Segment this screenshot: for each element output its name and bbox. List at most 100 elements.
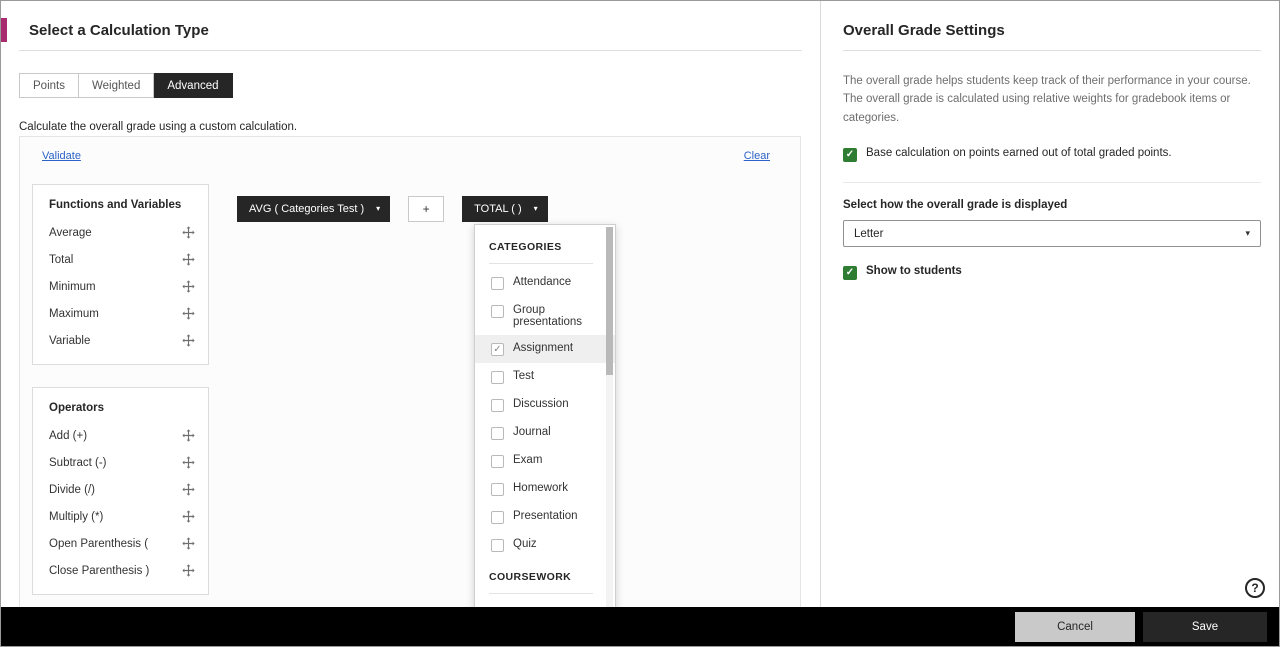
content-area: Select a Calculation Type Points Weighted… <box>1 1 1279 609</box>
operator-item-divide[interactable]: Divide (/) <box>49 476 196 503</box>
categories-dropdown-content: CATEGORIES Attendance Group presentations ✓… <box>475 225 615 608</box>
category-label: Exam <box>513 454 543 466</box>
custom-calculation-box: Validate Clear Functions and Variables A… <box>19 136 801 609</box>
accent-bar <box>1 18 7 42</box>
overall-grade-settings-panel: Overall Grade Settings The overall grade… <box>821 1 1279 609</box>
category-label: Journal <box>513 426 551 438</box>
validate-link[interactable]: Validate <box>42 150 81 162</box>
move-icon[interactable] <box>182 334 196 347</box>
move-icon[interactable] <box>182 537 196 550</box>
category-checkbox[interactable] <box>491 305 504 318</box>
move-icon[interactable] <box>182 510 196 523</box>
chevron-down-icon: ▾ <box>1245 228 1250 239</box>
category-checkbox[interactable] <box>491 427 504 440</box>
formula-canvas[interactable]: AVG ( Categories Test ) ▾ + TOTAL ( ) ▾ CATE… <box>237 184 788 608</box>
operator-item-open-parenthesis[interactable]: Open Parenthesis ( <box>49 530 196 557</box>
formula-chip-operator[interactable]: + <box>408 196 445 222</box>
category-checkbox[interactable] <box>491 455 504 468</box>
chevron-down-icon: ▾ <box>376 204 381 213</box>
show-students-label: Show to students <box>866 265 962 278</box>
category-option-test[interactable]: Test <box>489 363 593 391</box>
function-item-label: Minimum <box>49 280 96 293</box>
category-option-group-presentations[interactable]: Group presentations <box>489 297 593 335</box>
functions-item-list: Average Total Minimum Maximum Variable <box>49 219 196 354</box>
page-title: Select a Calculation Type <box>29 22 209 39</box>
category-label: Group presentations <box>513 304 583 328</box>
functions-panel-title: Functions and Variables <box>49 199 182 211</box>
move-icon[interactable] <box>182 564 196 577</box>
category-checkbox[interactable] <box>491 371 504 384</box>
base-points-checkbox-row[interactable]: ✓ Base calculation on points earned out … <box>843 147 1261 163</box>
cancel-button[interactable]: Cancel <box>1015 611 1135 642</box>
operator-item-close-parenthesis[interactable]: Close Parenthesis ) <box>49 557 196 584</box>
category-checkbox[interactable] <box>491 399 504 412</box>
base-points-checkbox[interactable]: ✓ <box>843 148 857 163</box>
function-item-maximum[interactable]: Maximum <box>49 300 196 327</box>
clear-link[interactable]: Clear <box>744 150 770 162</box>
save-button[interactable]: Save <box>1143 611 1267 642</box>
category-option-journal[interactable]: Journal <box>489 419 593 447</box>
function-item-minimum[interactable]: Minimum <box>49 273 196 300</box>
operator-item-subtract[interactable]: Subtract (-) <box>49 449 196 476</box>
calc-type-tabs: Points Weighted Advanced <box>19 73 820 98</box>
operator-item-multiply[interactable]: Multiply (*) <box>49 503 196 530</box>
move-icon[interactable] <box>182 456 196 469</box>
function-item-variable[interactable]: Variable <box>49 327 196 354</box>
move-icon[interactable] <box>182 307 196 320</box>
category-label: Test <box>513 370 535 382</box>
category-checkbox[interactable] <box>491 511 504 524</box>
overall-grade-settings-title: Overall Grade Settings <box>843 22 1005 39</box>
palette-column: Functions and Variables Average Total Mini… <box>32 184 209 595</box>
category-checkbox[interactable] <box>491 539 504 552</box>
category-option-presentation[interactable]: Presentation <box>489 503 593 531</box>
operator-item-label: Close Parenthesis ) <box>49 564 150 577</box>
chip-label: TOTAL ( ) <box>474 203 522 215</box>
category-label: Presentation <box>513 510 578 522</box>
formula-chip-avg[interactable]: AVG ( Categories Test ) ▾ <box>237 196 391 222</box>
operator-item-add[interactable]: Add (+) <box>49 422 196 449</box>
operator-item-label: Multiply (*) <box>49 510 104 523</box>
show-students-checkbox-row[interactable]: ✓ Show to students <box>843 265 1261 281</box>
category-label: Discussion <box>513 398 569 410</box>
functions-variables-panel: Functions and Variables Average Total Mini… <box>32 184 209 365</box>
calculation-type-panel: Select a Calculation Type Points Weighted… <box>1 1 821 609</box>
move-icon[interactable] <box>182 429 196 442</box>
tab-advanced[interactable]: Advanced <box>154 73 233 98</box>
category-option-attendance[interactable]: Attendance <box>489 269 593 297</box>
move-icon[interactable] <box>182 280 196 293</box>
category-checkbox[interactable] <box>491 483 504 496</box>
show-students-checkbox[interactable]: ✓ <box>843 266 857 281</box>
move-icon[interactable] <box>182 483 196 496</box>
calc-links-row: Validate Clear <box>20 137 800 162</box>
grade-display-select[interactable]: Letter ▾ <box>843 220 1261 248</box>
category-checkbox[interactable]: ✓ <box>491 343 504 356</box>
base-points-label: Base calculation on points earned out of… <box>866 147 1172 160</box>
category-checkbox[interactable] <box>491 277 504 290</box>
scrollbar-thumb[interactable] <box>606 227 613 375</box>
move-icon[interactable] <box>182 253 196 266</box>
tab-points[interactable]: Points <box>19 73 79 98</box>
chip-label: AVG ( Categories Test ) <box>249 203 365 215</box>
dropdown-section-categories: CATEGORIES <box>489 237 593 264</box>
category-option-homework[interactable]: Homework <box>489 475 593 503</box>
gradebook-settings-window: Select a Calculation Type Points Weighted… <box>0 0 1280 647</box>
operator-item-label: Open Parenthesis ( <box>49 537 149 550</box>
function-item-label: Average <box>49 226 92 239</box>
overall-grade-description: The overall grade helps students keep tr… <box>843 75 1251 124</box>
category-option-assignment[interactable]: ✓ Assignment <box>475 335 615 363</box>
category-option-exam[interactable]: Exam <box>489 447 593 475</box>
operator-item-label: Subtract (-) <box>49 456 107 469</box>
category-label: Quiz <box>513 538 537 550</box>
help-icon[interactable]: ? <box>1245 578 1265 598</box>
formula-chip-total[interactable]: TOTAL ( ) ▾ <box>462 196 548 222</box>
category-option-discussion[interactable]: Discussion <box>489 391 593 419</box>
grade-display-value: Letter <box>854 227 884 240</box>
category-label: Assignment <box>513 342 574 354</box>
move-icon[interactable] <box>182 226 196 239</box>
category-option-quiz[interactable]: Quiz <box>489 531 593 559</box>
function-item-average[interactable]: Average <box>49 219 196 246</box>
operators-panel-title: Operators <box>49 402 104 414</box>
tab-weighted[interactable]: Weighted <box>78 73 155 98</box>
dropdown-scrollbar[interactable] <box>606 227 613 607</box>
function-item-total[interactable]: Total <box>49 246 196 273</box>
